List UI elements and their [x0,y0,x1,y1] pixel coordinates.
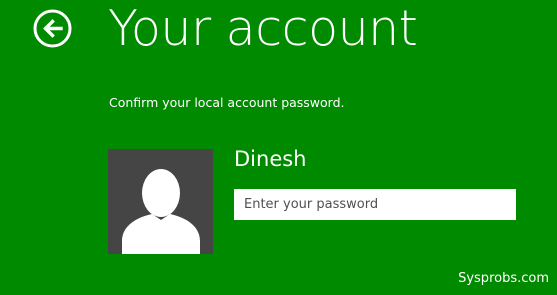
password-input[interactable] [234,189,516,220]
back-button[interactable] [33,9,72,48]
page-title: Your account [108,0,418,57]
instruction-text: Confirm your local account password. [109,95,345,110]
user-name: Dinesh [234,147,307,171]
avatar [108,149,213,254]
back-arrow-icon [33,9,72,48]
watermark: Sysprobs.com [458,271,549,286]
user-silhouette-icon [122,169,200,254]
